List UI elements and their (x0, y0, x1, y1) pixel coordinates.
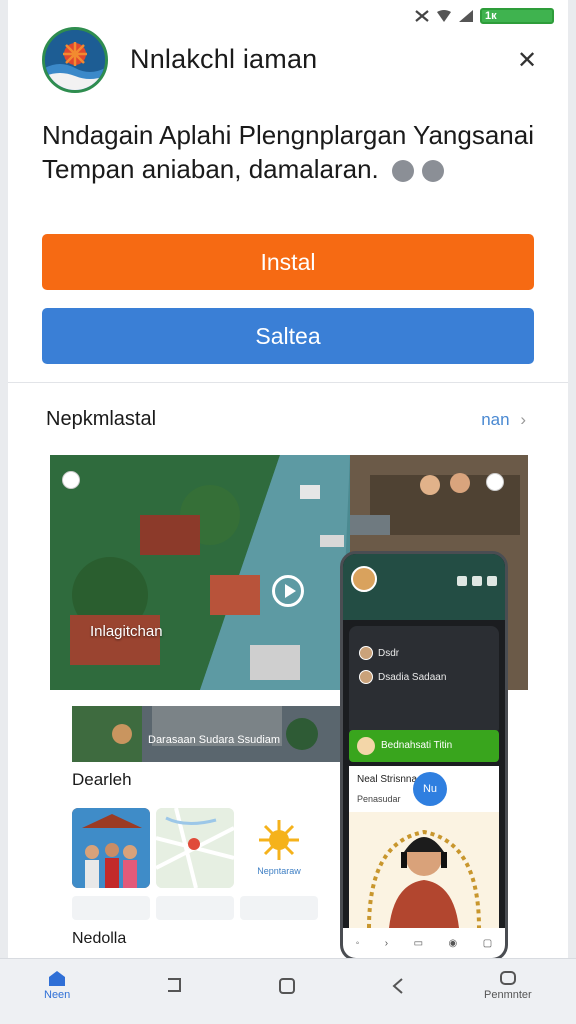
app-description: Nndagain Aplahi Plengnplargan Yangsanai … (42, 118, 542, 186)
secondary-button[interactable]: Saltea (42, 308, 534, 364)
chat-row[interactable]: Dsadia Sadaan (359, 668, 446, 686)
settings-icon (472, 576, 482, 586)
gallery-tile-people[interactable] (72, 808, 150, 888)
gallery-label: Dearleh (72, 770, 132, 789)
nav-home[interactable]: Neen (44, 969, 70, 1001)
gallery-tile-small-1[interactable] (72, 896, 150, 920)
phone-header-icons (457, 576, 497, 586)
avatar (359, 670, 373, 684)
nav-profile[interactable]: Penmnter (484, 969, 532, 1001)
phone-header (343, 554, 505, 620)
menu-icon (487, 576, 497, 586)
tile-caption: Nepntaraw (257, 866, 301, 876)
nav-home-label: Neen (44, 989, 71, 1001)
phone-photo (349, 812, 499, 928)
apps-icon[interactable]: ◉ (449, 938, 458, 949)
phone-green-bar[interactable]: Bednahsati Titin (349, 730, 499, 762)
description-line-2: Tempan aniaban, damalaran. (42, 152, 542, 186)
logo-emblem-icon (45, 30, 105, 90)
card-title: Neal Strisnna (357, 774, 418, 785)
green-bar-label: Bednahsati Titin (381, 740, 453, 751)
divider (8, 382, 568, 383)
chat-row[interactable]: Dsdr (359, 644, 399, 662)
badge-icon (486, 473, 504, 491)
nav-profile-label: Penmnter (484, 989, 532, 1001)
status-bar: 1к (8, 0, 568, 34)
hero-label: Inlagitchan (90, 623, 163, 640)
emoji-icon (422, 160, 445, 183)
nav-home-system[interactable] (278, 977, 296, 995)
avatar (351, 566, 377, 592)
description-line-2-text: Tempan aniaban, damalaran. (42, 154, 379, 184)
close-icon[interactable]: ✕ (516, 49, 538, 73)
app-title: Nnlakchl iaman (130, 44, 318, 74)
strip-label: Darasaan Sudara Ssudiam (148, 734, 281, 746)
square-icon (279, 978, 295, 994)
sun-icon (240, 808, 318, 888)
nav-recents[interactable] (166, 977, 182, 993)
home-icon (49, 971, 66, 986)
person-photo (349, 812, 499, 928)
wifi-icon (437, 10, 451, 22)
phone-chat-panel: Dsdr Dsadia Sadaan (349, 626, 499, 736)
gallery-tile-small-2[interactable] (156, 896, 234, 920)
avatar (359, 646, 373, 660)
people-image (72, 808, 150, 888)
back-icon (392, 978, 403, 994)
gallery-tile-sun[interactable]: Nepntaraw (240, 808, 318, 888)
install-button[interactable]: Instal (42, 234, 534, 290)
app-screen: 1к Nnlakchl iaman ✕ Nndagain Aplahi Plen… (8, 0, 568, 1024)
battery-icon: 1к (480, 8, 554, 24)
recents-icon (168, 978, 181, 992)
bottom-nav: Neen Penmnter (0, 958, 576, 1024)
back-icon[interactable]: ◦ (356, 938, 360, 949)
nav-back[interactable] (392, 977, 404, 995)
no-signal-icon (415, 10, 429, 22)
emoji-icon (392, 160, 415, 183)
section-title: Nepkmlastal (46, 408, 157, 430)
play-icon[interactable] (272, 575, 304, 607)
description-line-1: Nndagain Aplahi Plengnplargan Yangsanai (42, 120, 534, 150)
fab-button[interactable]: Nu (413, 772, 447, 806)
section-more-link[interactable]: nan › (481, 410, 526, 430)
chevron-icon[interactable]: › (385, 938, 388, 949)
home-icon[interactable]: ▭ (414, 938, 423, 949)
gallery-label-2: Nedolla (72, 930, 127, 947)
share-icon (457, 576, 467, 586)
profile-icon (499, 971, 516, 985)
phone-mockup: Dsdr Dsadia Sadaan Bednahsati Titin Neal… (340, 551, 508, 961)
description-icons (392, 160, 445, 183)
section-more-label: nan (481, 410, 510, 429)
screenshot-strip[interactable]: Darasaan Sudara Ssudiam (72, 706, 340, 762)
phone-nav-bar: ◦ › ▭ ◉ ▢ (343, 928, 505, 958)
avatar (357, 737, 375, 755)
map-image (156, 808, 234, 888)
location-icon (62, 471, 80, 489)
status-icons: 1к (414, 8, 554, 24)
app-logo (42, 27, 108, 93)
gallery-tile-small-3[interactable] (240, 896, 318, 920)
chat-row-label: Dsdr (378, 647, 400, 659)
recent-icon[interactable]: ▢ (483, 938, 492, 949)
chat-row-label: Dsadia Sadaan (378, 671, 447, 683)
card-subtitle: Penasudar (357, 794, 401, 804)
gallery-tile-map[interactable] (156, 808, 234, 888)
chevron-right-icon: › (520, 410, 526, 429)
signal-icon (459, 10, 473, 22)
